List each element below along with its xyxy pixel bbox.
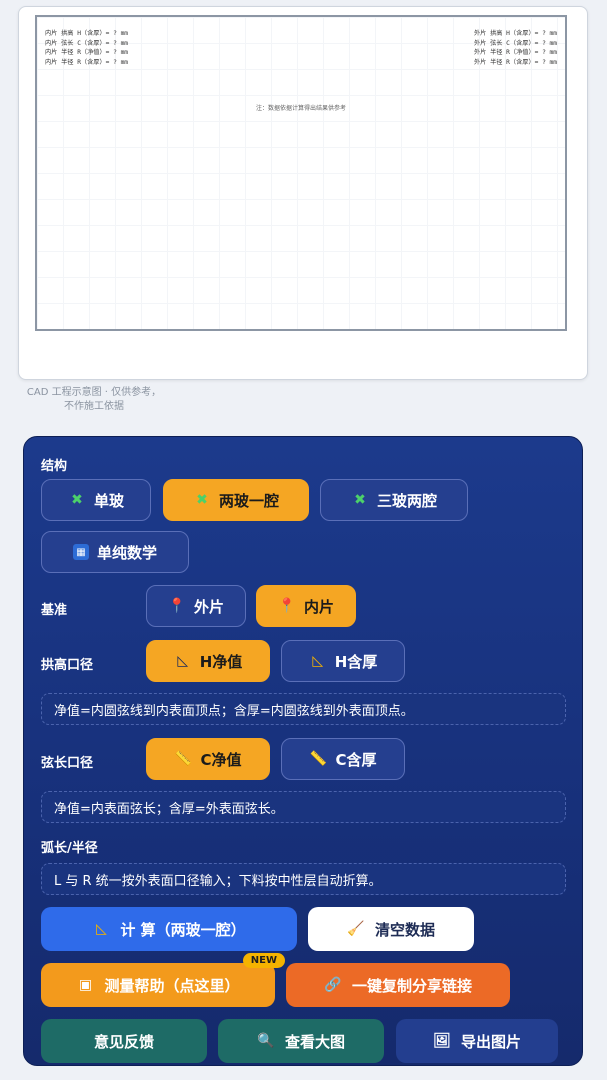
chord-note: 净值=内表面弦长；含厚=外表面弦长。 (41, 791, 566, 823)
button-label: 一键复制分享链接 (351, 976, 472, 995)
button-label: C净值 (200, 750, 242, 769)
cad-drawing-frame: 内片 拱高 H（含厚）= ? mm 内片 弦长 C（含厚）= ? mm 内片 半… (35, 15, 567, 331)
ruler-triangle-icon: ◺ (177, 653, 189, 669)
arch-net-button[interactable]: ◺ H净值 (146, 640, 270, 682)
button-label: C含厚 (335, 750, 377, 769)
button-label: 单玻 (93, 491, 124, 510)
structure-label: 结构 (41, 459, 68, 474)
basis-label: 基准 (41, 603, 68, 618)
puzzle-icon: ✖ (354, 492, 366, 508)
arc-note: L 与 R 统一按外表面口径输入；下料按中性层自动折算。 (41, 863, 566, 895)
clear-data-button[interactable]: 🧹 清空数据 (308, 907, 474, 951)
cad-spec-line: 外片 半径 R（含厚）= ? mm (473, 58, 557, 66)
ruler-icon: 📏 (174, 751, 193, 767)
structure-math-button[interactable]: ▦ 单纯数学 (41, 531, 189, 573)
cad-spec-line: 外片 拱高 H（含厚）= ? mm (473, 30, 557, 37)
broom-icon: 🧹 (347, 921, 365, 937)
button-label: H净值 (199, 652, 243, 671)
view-large-button[interactable]: 🔍 查看大图 (218, 1019, 384, 1063)
cad-spec-line: 内片 半径 R（含厚）= ? mm (45, 58, 129, 66)
calculate-button[interactable]: ◺ 计 算（两玻一腔） (41, 907, 297, 951)
button-label: 单纯数学 (96, 543, 157, 562)
basis-inner-button[interactable]: 📍 内片 (256, 585, 356, 627)
ruler-triangle-icon: ◺ (95, 921, 107, 937)
cad-spec-line: 外片 弦长 C（含厚）= ? mm (473, 39, 557, 47)
magnifier-icon: 🔍 (257, 1033, 275, 1049)
cad-inner-specs: 内片 拱高 H（含厚）= ? mm 内片 弦长 C（含厚）= ? mm 内片 半… (45, 29, 128, 67)
cad-spec-line: 内片 弦长 C（含厚）= ? mm (45, 39, 129, 47)
structure-single-button[interactable]: ✖ 单玻 (41, 479, 151, 521)
link-icon: 🔗 (324, 977, 342, 993)
button-label: 三玻两腔 (376, 491, 437, 510)
page: 内片 拱高 H（含厚）= ? mm 内片 弦长 C（含厚）= ? mm 内片 半… (0, 0, 607, 1080)
puzzle-icon: ✖ (196, 492, 208, 508)
calculator-icon: ▦ (72, 544, 89, 560)
chord-net-button[interactable]: 📏 C净值 (146, 738, 270, 780)
structure-double-button[interactable]: ✖ 两玻一腔 (163, 479, 309, 521)
button-label: 测量帮助（点这里） (104, 976, 240, 995)
arch-label: 拱高口径 (41, 658, 94, 673)
button-label: 意见反馈 (93, 1032, 154, 1051)
ruler-triangle-icon: ◺ (312, 653, 324, 669)
button-label: 清空数据 (374, 920, 435, 939)
button-label: 导出图片 (460, 1032, 521, 1051)
arch-thick-button[interactable]: ◺ H含厚 (281, 640, 405, 682)
ruler-icon: 📏 (309, 751, 328, 767)
chord-label: 弦长口径 (41, 756, 94, 771)
feedback-button[interactable]: 意见反馈 (41, 1019, 207, 1063)
cad-spec-line: 外片 半径 R（净值）= ? mm (473, 49, 557, 56)
arch-note: 净值=内圆弦线到内表面顶点；含厚=内圆弦线到外表面顶点。 (41, 693, 566, 725)
button-label: 查看大图 (284, 1032, 345, 1051)
export-image-button[interactable]: 🖼 导出图片 (396, 1019, 558, 1063)
new-badge: NEW (242, 953, 285, 968)
button-label: H含厚 (334, 652, 378, 671)
cad-spec-line: 内片 拱高 H（含厚）= ? mm (45, 30, 129, 37)
control-panel: 结构 ✖ 单玻 ✖ 两玻一腔 ✖ 三玻两腔 ▦ 单纯数学 基准 📍 外片 📍 内… (23, 436, 583, 1066)
chord-thick-button[interactable]: 📏 C含厚 (281, 738, 405, 780)
cad-preview-card[interactable]: 内片 拱高 H（含厚）= ? mm 内片 弦长 C（含厚）= ? mm 内片 半… (18, 6, 588, 380)
cad-outer-specs: 外片 拱高 H（含厚）= ? mm 外片 弦长 C（含厚）= ? mm 外片 半… (474, 29, 557, 67)
measure-help-button[interactable]: ▣ 测量帮助（点这里） NEW (41, 953, 285, 1007)
arc-radius-label: 弧长/半径 (41, 841, 98, 856)
pin-icon: 📍 (168, 598, 186, 614)
button-label: 内片 (303, 597, 334, 616)
picture-icon: 🖼 (433, 1033, 451, 1049)
cad-note: 注：数据依据计算得出结果供参考 (255, 105, 346, 112)
basis-outer-button[interactable]: 📍 外片 (146, 585, 246, 627)
copy-share-link-button[interactable]: 🔗 一键复制分享链接 (286, 963, 510, 1007)
cad-spec-line: 内片 半径 R（净值）= ? mm (45, 49, 129, 56)
button-label: 两玻一腔 (218, 491, 279, 510)
button-label: 计 算（两玻一腔） (120, 920, 246, 939)
structure-triple-button[interactable]: ✖ 三玻两腔 (320, 479, 468, 521)
button-label: 外片 (193, 597, 224, 616)
pin-icon: 📍 (278, 598, 296, 614)
image-icon: ▣ (78, 977, 93, 993)
cad-caption: CAD 工程示意图 · 仅供参考，不作施工依据 (26, 387, 162, 412)
puzzle-icon: ✖ (71, 492, 83, 508)
